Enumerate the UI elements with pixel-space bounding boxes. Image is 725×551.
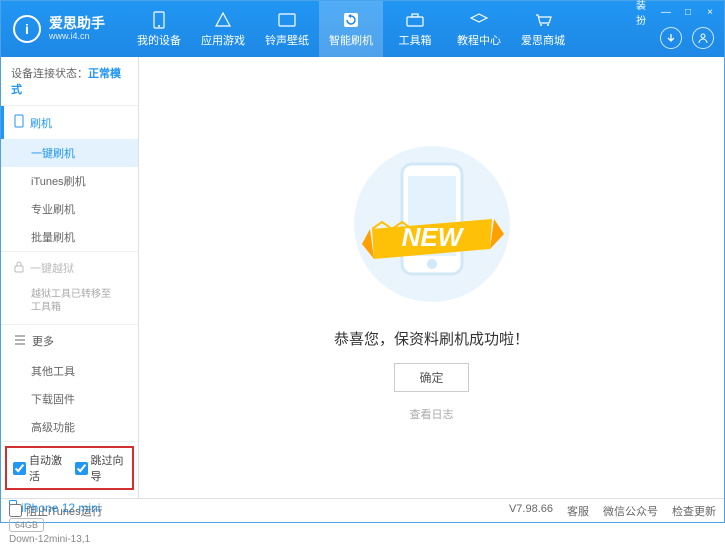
sidebar-group-jailbreak[interactable]: 一键越狱 [1,252,138,284]
nav-tab-ringtones[interactable]: 铃声壁纸 [255,1,319,57]
connection-status: 设备连接状态：正常模式 [1,57,138,106]
nav-tab-device[interactable]: 我的设备 [127,1,191,57]
brand-area: i 爱思助手 www.i4.cn [1,15,117,43]
nav-tab-apps[interactable]: 应用游戏 [191,1,255,57]
footer-link-wechat[interactable]: 微信公众号 [603,503,658,519]
sidebar-group-more[interactable]: 更多 [1,325,138,357]
apps-icon [213,11,233,29]
sidebar-item-oneclick[interactable]: 一键刷机 [1,139,138,167]
minimize-button[interactable]: — [658,5,674,19]
options-highlight: 自动激活 跳过向导 [5,446,134,490]
storage-badge: 64GB [9,518,44,532]
brand-url: www.i4.cn [49,32,105,42]
phone-icon [149,11,169,29]
sidebar-item-other[interactable]: 其他工具 [1,357,138,385]
nav-tab-toolbox[interactable]: 工具箱 [383,1,447,57]
jailbreak-note: 越狱工具已转移至 工具箱 [1,284,138,324]
sidebar-item-firmware[interactable]: 下载固件 [1,385,138,413]
wallpaper-icon [277,11,297,29]
app-header: i 爱思助手 www.i4.cn 我的设备 应用游戏 铃声壁纸 智能刷机 工具箱 [1,1,724,57]
phone-small-icon [14,114,24,131]
refresh-icon [341,11,361,29]
logo-icon: i [13,15,41,43]
success-illustration: NEW [352,134,512,314]
device-model: Down-12mini-13,1 [9,534,130,545]
nav-tabs: 我的设备 应用游戏 铃声壁纸 智能刷机 工具箱 教程中心 爱思商城 [127,1,575,57]
main-content: NEW 恭喜您，保资料刷机成功啦！ 确定 查看日志 [139,57,724,498]
checkbox-block-itunes[interactable]: 阻止iTunes运行 [9,503,103,519]
footer-link-update[interactable]: 检查更新 [672,503,716,519]
user-button[interactable] [692,27,714,49]
sidebar-item-batch[interactable]: 批量刷机 [1,223,138,251]
checkbox-auto-activate[interactable]: 自动激活 [13,452,65,484]
theme-button[interactable]: 装扮 [636,5,652,19]
cart-icon [533,11,553,29]
sidebar-item-itunes[interactable]: iTunes刷机 [1,167,138,195]
lock-icon [14,261,24,276]
window-controls: 装扮 — □ × [636,5,718,19]
view-log-link[interactable]: 查看日志 [410,406,454,422]
brand-name: 爱思助手 [49,16,105,31]
sidebar-item-advanced[interactable]: 高级功能 [1,413,138,441]
download-button[interactable] [660,27,682,49]
graduation-icon [469,11,489,29]
sidebar-group-flash[interactable]: 刷机 [1,106,138,139]
maximize-button[interactable]: □ [680,5,696,19]
menu-icon [14,335,26,348]
nav-tab-tutorials[interactable]: 教程中心 [447,1,511,57]
checkbox-skip-guide[interactable]: 跳过向导 [75,452,127,484]
nav-tab-flash[interactable]: 智能刷机 [319,1,383,57]
new-badge-text: NEW [401,222,464,252]
ok-button[interactable]: 确定 [394,363,468,392]
footer-link-support[interactable]: 客服 [567,503,589,519]
version-label: V7.98.66 [509,503,553,519]
close-button[interactable]: × [702,5,718,19]
success-message: 恭喜您，保资料刷机成功啦！ [334,328,529,349]
sidebar: 设备连接状态：正常模式 刷机 一键刷机 iTunes刷机 专业刷机 批量刷机 一… [1,57,139,498]
sidebar-item-pro[interactable]: 专业刷机 [1,195,138,223]
toolbox-icon [405,11,425,29]
nav-tab-store[interactable]: 爱思商城 [511,1,575,57]
